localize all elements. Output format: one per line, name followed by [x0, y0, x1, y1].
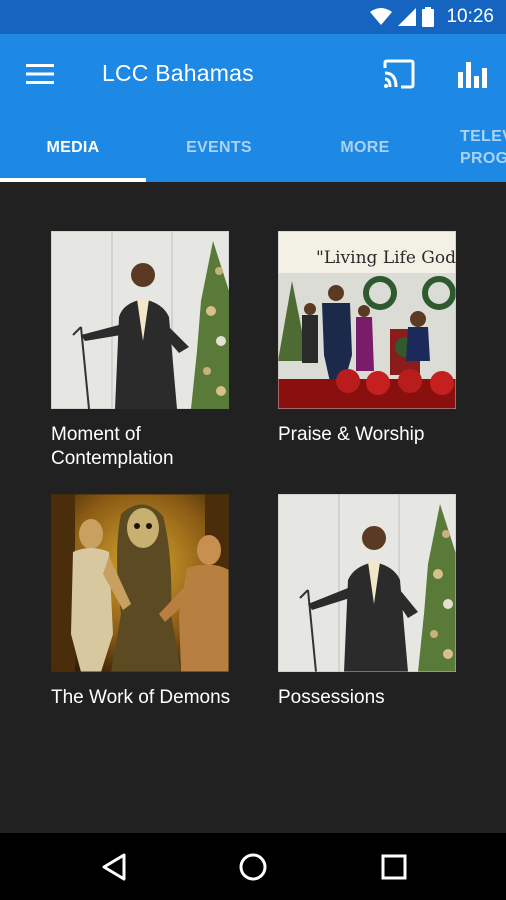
tab-events[interactable]: EVENTS	[146, 114, 292, 182]
bar-chart-icon[interactable]	[457, 58, 489, 90]
media-item-possessions[interactable]: Possessions	[278, 494, 456, 710]
status-bar: 10:26	[0, 0, 506, 34]
media-thumbnail	[51, 231, 229, 409]
tab-television-programs[interactable]: TELEV PROG	[460, 114, 506, 182]
media-thumbnail: "Living Life God's	[278, 231, 456, 409]
thumbnail-banner-text: "Living Life God's	[316, 248, 456, 268]
media-title: Moment of Contemplation	[51, 424, 174, 469]
media-item-moment-of-contemplation[interactable]: Moment of Contemplation	[51, 231, 229, 471]
system-nav-bar	[0, 833, 506, 900]
tab-media[interactable]: MEDIA	[0, 114, 146, 182]
recents-square-icon[interactable]	[378, 851, 410, 883]
home-circle-icon[interactable]	[237, 851, 269, 883]
wifi-icon	[370, 8, 393, 25]
back-triangle-icon[interactable]	[98, 851, 130, 883]
status-time: 10:26	[446, 6, 494, 27]
media-item-praise-and-worship[interactable]: "Living Life God's Praise & Worship	[278, 231, 456, 447]
media-title: The Work of Demons	[51, 687, 231, 708]
media-item-the-work-of-demons[interactable]: The Work of Demons	[51, 494, 230, 710]
app-bar: LCC Bahamas	[0, 34, 506, 114]
app-title: LCC Bahamas	[102, 60, 254, 86]
tab-more[interactable]: MORE	[292, 114, 438, 182]
media-title: Possessions	[278, 687, 385, 708]
hamburger-menu-icon[interactable]	[26, 62, 54, 86]
media-thumbnail	[278, 494, 456, 672]
status-icons: 10:26	[370, 0, 494, 34]
tab-bar: MEDIA EVENTS MORE TELEV PROG	[0, 114, 506, 182]
media-grid: Moment of Contemplation "Living Life God…	[0, 182, 506, 833]
media-title: Praise & Worship	[278, 424, 425, 445]
cast-icon[interactable]	[382, 59, 416, 89]
signal-icon	[398, 8, 417, 26]
media-thumbnail	[51, 494, 229, 672]
battery-icon	[422, 7, 435, 27]
